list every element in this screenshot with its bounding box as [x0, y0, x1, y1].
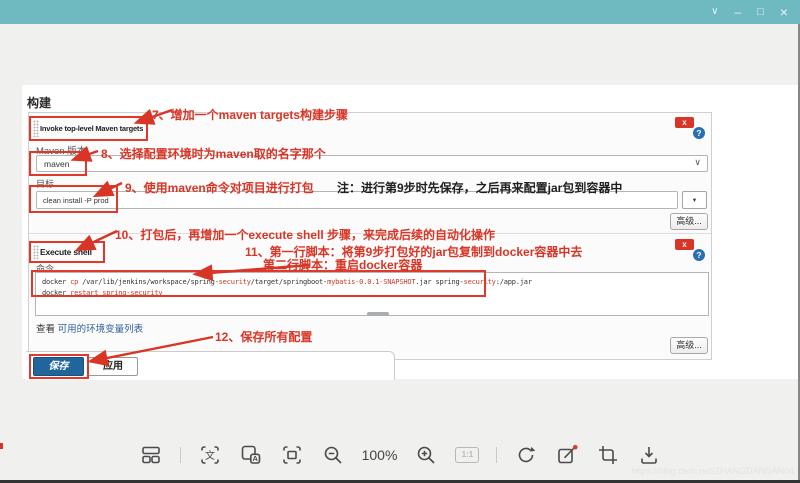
goals-dropdown-button[interactable]: ▼ [682, 191, 707, 209]
annotation-12: 12、保存所有配置 [215, 328, 312, 345]
annotation-10: 10、打包后，再增加一个execute shell 步骤，来完成后续的自动化操作 [115, 226, 495, 243]
env-variables-row: 查看 可用的环境变量列表 [36, 321, 143, 335]
one-to-one-button[interactable]: 1:1 [455, 447, 479, 463]
shell-command-textarea[interactable]: docker cp /var/lib/jenkins/workspace/spr… [35, 272, 709, 316]
rotate-button[interactable] [514, 443, 538, 467]
step2-delete-button[interactable]: x [675, 239, 694, 250]
step1-advanced-button[interactable]: 高级... [670, 213, 708, 230]
step2-advanced-button[interactable]: 高级... [670, 337, 708, 354]
zoom-level-indicator[interactable]: 100% [362, 447, 398, 463]
goals-value: clean install -P prod [43, 196, 109, 205]
step1-help-icon[interactable]: ? [693, 127, 705, 139]
annotation-7: 7、增加一个maven targets构建步骤 [152, 106, 348, 123]
apply-button[interactable]: 应用 [88, 357, 138, 376]
annotation-9: 9、使用maven命令对项目进行打包 [125, 179, 314, 196]
save-button[interactable]: 保存 [33, 357, 84, 376]
chevron-down-icon: ∨ [694, 157, 701, 168]
image-viewer-window: { "window": { "controls": ["chevron-down… [0, 0, 800, 483]
close-button[interactable]: × [780, 5, 788, 19]
layout-grid-button[interactable] [139, 443, 163, 467]
ocr-text-button[interactable]: 文 [198, 443, 222, 467]
titlebar: ∨ – □ × [0, 0, 800, 24]
zoom-in-button[interactable] [414, 443, 438, 467]
minimize-button[interactable]: – [734, 6, 741, 18]
crop-button[interactable] [596, 443, 620, 467]
chevron-down-icon[interactable]: ∨ [711, 7, 718, 17]
annotation-9-note: 注：进行第9步时先保存，之后再来配置jar包到容器中 [337, 179, 622, 196]
translate-image-button[interactable]: A [239, 443, 263, 467]
maven-version-value: maven [44, 159, 70, 169]
viewed-screenshot: 构建 Invoke top-level Maven targets x ? 7、… [22, 85, 800, 379]
zoom-out-button[interactable] [321, 443, 345, 467]
annotation-8: 8、选择配置环境时为maven取的名字那个 [101, 145, 326, 162]
shell-command-text: docker cp /var/lib/jenkins/workspace/spr… [42, 277, 702, 299]
textarea-resize-handle[interactable] [367, 312, 389, 316]
build-section-heading: 构建 [27, 94, 51, 111]
step1-delete-button[interactable]: x [675, 117, 694, 128]
annotation-11-line2: 第二行脚本：重启docker容器 [263, 256, 422, 273]
artifact-red-speck [0, 443, 3, 449]
env-view-label: 查看 [36, 324, 55, 335]
env-variables-link[interactable]: 可用的环境变量列表 [58, 324, 144, 335]
translate-glyph: A [252, 454, 258, 463]
goals-label: 目标 [36, 177, 54, 190]
step2-help-icon[interactable]: ? [693, 249, 705, 261]
toolbar-separator [496, 447, 497, 463]
edit-button[interactable] [555, 443, 579, 467]
ocr-glyph: 文 [205, 449, 215, 462]
fit-screen-button[interactable] [280, 443, 304, 467]
download-button[interactable] [637, 443, 661, 467]
maximize-button[interactable]: □ [757, 7, 764, 18]
toolbar-separator [180, 447, 181, 463]
csdn-watermark: https://blog.csdn.net/ZHANGDANDAN04 [631, 466, 794, 476]
